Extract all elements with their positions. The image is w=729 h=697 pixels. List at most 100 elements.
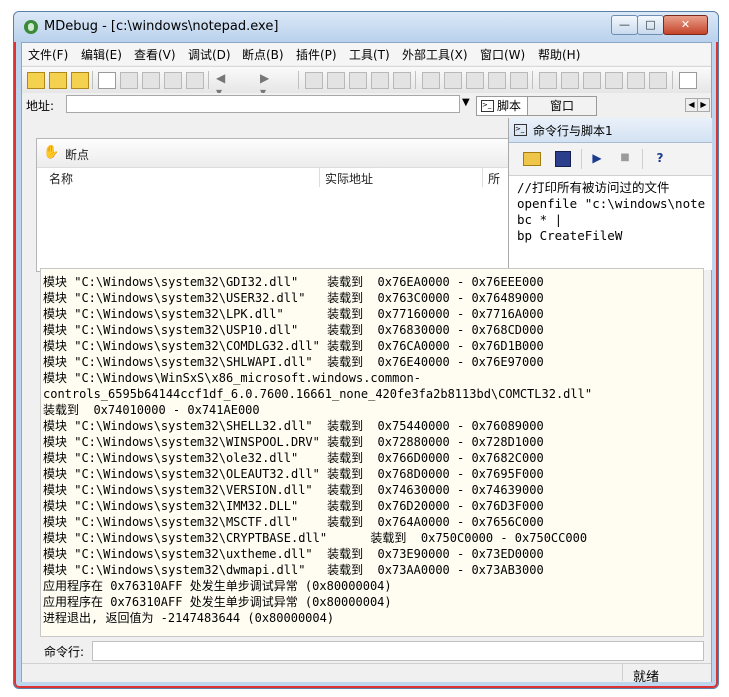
hand-break-icon[interactable] — [327, 72, 345, 89]
status-cell: 就绪 — [622, 664, 711, 685]
thread-window-icon[interactable] — [649, 72, 667, 89]
output-line: 模块 "C:\Windows\system32\uxtheme.dll" 装载到… — [43, 547, 544, 561]
column-divider[interactable] — [482, 168, 483, 187]
output-log[interactable]: 模块 "C:\Windows\system32\GDI32.dll" 装载到 0… — [40, 268, 704, 637]
trace-over-icon[interactable] — [466, 72, 484, 89]
console-icon[interactable] — [679, 72, 697, 89]
toolbar-separator — [581, 149, 582, 169]
back-arrow-icon[interactable]: ◀ ▾ — [216, 71, 234, 99]
step-out-icon[interactable] — [164, 72, 182, 89]
minimize-button[interactable]: — — [611, 15, 638, 35]
output-line: 模块 "C:\Windows\system32\COMDLG32.dll" 装载… — [43, 339, 544, 353]
memory-window-icon[interactable] — [561, 72, 579, 89]
trace-out-icon[interactable] — [488, 72, 506, 89]
toolbar-separator — [415, 71, 416, 89]
step-into-icon[interactable] — [120, 72, 138, 89]
save-icon[interactable] — [555, 151, 571, 167]
menu-help[interactable]: 帮助(H) — [538, 46, 580, 63]
hand-icon[interactable] — [305, 72, 323, 89]
menu-view[interactable]: 查看(V) — [134, 46, 176, 63]
module-window-icon[interactable] — [627, 72, 645, 89]
open-icon[interactable] — [27, 72, 45, 89]
menu-edit[interactable]: 编辑(E) — [81, 46, 122, 63]
breakpoint-title: 断点 — [65, 148, 90, 162]
command-script-panel: >_ 命令行与脚本1 ▶ ■ ? //打印所有被访问过的文件 openfile … — [508, 118, 712, 270]
open-recent-icon[interactable] — [49, 72, 67, 89]
run-to-icon[interactable] — [186, 72, 204, 89]
output-line: 应用程序在 0x76310AFF 处发生单步调试异常 (0x80000004) — [43, 579, 392, 593]
cpu-window-icon[interactable] — [539, 72, 557, 89]
tab-scroll-right-icon[interactable]: ▶ — [697, 98, 710, 112]
address-bar: 地址: ▼ >_ 脚本 窗口 ◀ ▶ — [22, 93, 711, 117]
menu-bar: 文件(F) 编辑(E) 查看(V) 调试(D) 断点(B) 插件(P) 工具(T… — [22, 43, 711, 65]
toolbar-separator — [92, 71, 93, 89]
address-input[interactable] — [66, 95, 460, 113]
stop-hand-icon[interactable] — [349, 72, 367, 89]
main-window: MDebug - [c:\windows\notepad.exe] — □ ✕ … — [13, 11, 719, 689]
command-line-label: 命令行: — [44, 645, 85, 659]
menu-external-tools[interactable]: 外部工具(X) — [402, 46, 468, 63]
menu-window[interactable]: 窗口(W) — [480, 46, 525, 63]
column-name[interactable]: 名称 — [49, 170, 73, 187]
output-line: 模块 "C:\Windows\system32\GDI32.dll" 装载到 0… — [43, 275, 544, 289]
command-script-header: >_ 命令行与脚本1 — [509, 118, 712, 143]
memory-break-icon[interactable] — [371, 72, 389, 89]
maximize-button[interactable]: □ — [637, 15, 664, 35]
status-text: 就绪 — [633, 670, 660, 685]
tab-script-label: 脚本 — [497, 99, 522, 113]
column-divider[interactable] — [319, 168, 320, 187]
window-break-icon[interactable] — [393, 72, 411, 89]
menu-file[interactable]: 文件(F) — [28, 46, 68, 63]
column-address[interactable]: 实际地址 — [325, 170, 373, 187]
menu-tools[interactable]: 工具(T) — [349, 46, 390, 63]
forward-arrow-icon[interactable]: ▶ ▾ — [260, 71, 278, 99]
output-line: 模块 "C:\Windows\system32\LPK.dll" 装载到 0x7… — [43, 307, 544, 321]
play-icon[interactable]: ▶ — [588, 149, 606, 167]
stack-window-icon[interactable] — [583, 72, 601, 89]
folder-open-icon[interactable] — [523, 152, 541, 166]
tab-window[interactable]: 窗口 — [527, 96, 597, 116]
breakpoint-list[interactable] — [37, 187, 508, 271]
brace-icon[interactable] — [510, 72, 528, 89]
menu-plugin[interactable]: 插件(P) — [296, 46, 337, 63]
chevron-down-icon[interactable]: ▼ — [462, 97, 470, 108]
menu-debug[interactable]: 调试(D) — [188, 46, 231, 63]
command-line-input[interactable] — [92, 641, 704, 661]
command-script-title: 命令行与脚本1 — [533, 124, 613, 138]
output-line: 模块 "C:\Windows\system32\MSCTF.dll" 装载到 0… — [43, 515, 544, 529]
script-line: openfile "c:\windows\note — [517, 196, 706, 211]
client-area: 文件(F) 编辑(E) 查看(V) 调试(D) 断点(B) 插件(P) 工具(T… — [21, 42, 712, 685]
help-icon[interactable]: ? — [651, 149, 669, 167]
breakpoint-panel: ✋ 断点 名称 实际地址 所 — [36, 138, 509, 272]
output-text: 模块 "C:\Windows\system32\GDI32.dll" 装载到 0… — [43, 274, 687, 626]
status-bar: 就绪 — [22, 663, 711, 685]
step-over-icon[interactable] — [142, 72, 160, 89]
close-button[interactable]: ✕ — [663, 15, 708, 35]
script-editor[interactable]: //打印所有被访问过的文件 openfile "c:\windows\note … — [517, 180, 712, 270]
hand-icon: ✋ — [43, 145, 60, 160]
toolbar-separator — [532, 71, 533, 89]
bug-app-icon — [24, 20, 38, 34]
output-line: 进程退出, 返回值为 -2147483644 (0x80000004) — [43, 611, 335, 625]
output-line: 模块 "C:\Windows\system32\SHELL32.dll" 装载到… — [43, 419, 544, 433]
title-bar[interactable]: MDebug - [c:\windows\notepad.exe] — □ ✕ — [14, 12, 718, 42]
go-icon[interactable] — [422, 72, 440, 89]
output-line: 模块 "C:\Windows\system32\USER32.dll" 装载到 … — [43, 291, 544, 305]
script-line: bp CreateFileW — [517, 228, 623, 243]
toolbar-separator — [298, 71, 299, 89]
console-icon: >_ — [514, 124, 527, 136]
breakpoint-header: ✋ 断点 — [37, 139, 508, 167]
output-line: 模块 "C:\Windows\system32\IMM32.DLL" 装载到 0… — [43, 499, 544, 513]
menu-breakpoint[interactable]: 断点(B) — [242, 46, 284, 63]
output-line: 模块 "C:\Windows\system32\WINSPOOL.DRV" 装载… — [43, 435, 544, 449]
breakpoint-column-header: 名称 实际地址 所 — [37, 167, 508, 188]
trace-into-icon[interactable] — [444, 72, 462, 89]
list-icon[interactable] — [98, 72, 116, 89]
script-toolbar: ▶ ■ ? — [509, 143, 712, 176]
console-icon: >_ — [481, 100, 494, 112]
toolbar-separator — [208, 71, 209, 89]
stop-icon[interactable]: ■ — [616, 149, 634, 167]
column-extra[interactable]: 所 — [488, 170, 500, 187]
register-window-icon[interactable] — [605, 72, 623, 89]
attach-icon[interactable] — [71, 72, 89, 89]
